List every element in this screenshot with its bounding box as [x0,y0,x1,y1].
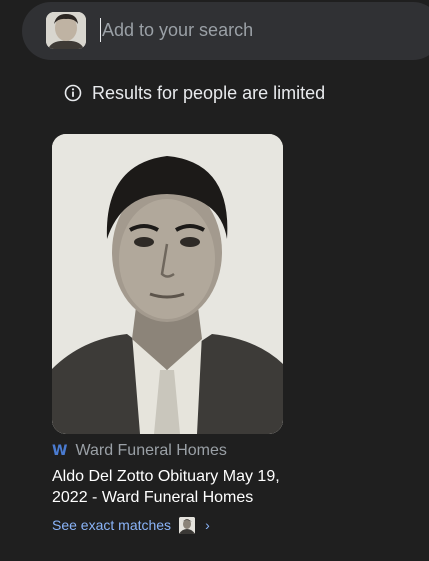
search-bar[interactable] [22,2,429,60]
chevron-right-icon: › [205,517,210,533]
see-exact-matches-label: See exact matches [52,517,172,533]
search-image-thumbnail[interactable] [46,12,86,49]
result-image[interactable] [52,134,283,434]
portrait-photo [52,134,283,434]
people-results-notice: Results for people are limited [64,82,325,104]
source-favicon-icon: W [52,443,68,459]
result-source[interactable]: W Ward Funeral Homes [52,441,227,461]
info-icon [64,84,82,102]
source-name: Ward Funeral Homes [75,442,227,459]
exact-match-thumbnail [179,516,196,534]
see-exact-matches-link[interactable]: See exact matches › [52,515,210,535]
result-title[interactable]: Aldo Del Zotto Obituary May 19, 2022 - W… [52,466,302,508]
notice-text: Results for people are limited [92,82,326,103]
search-input[interactable] [98,14,398,46]
